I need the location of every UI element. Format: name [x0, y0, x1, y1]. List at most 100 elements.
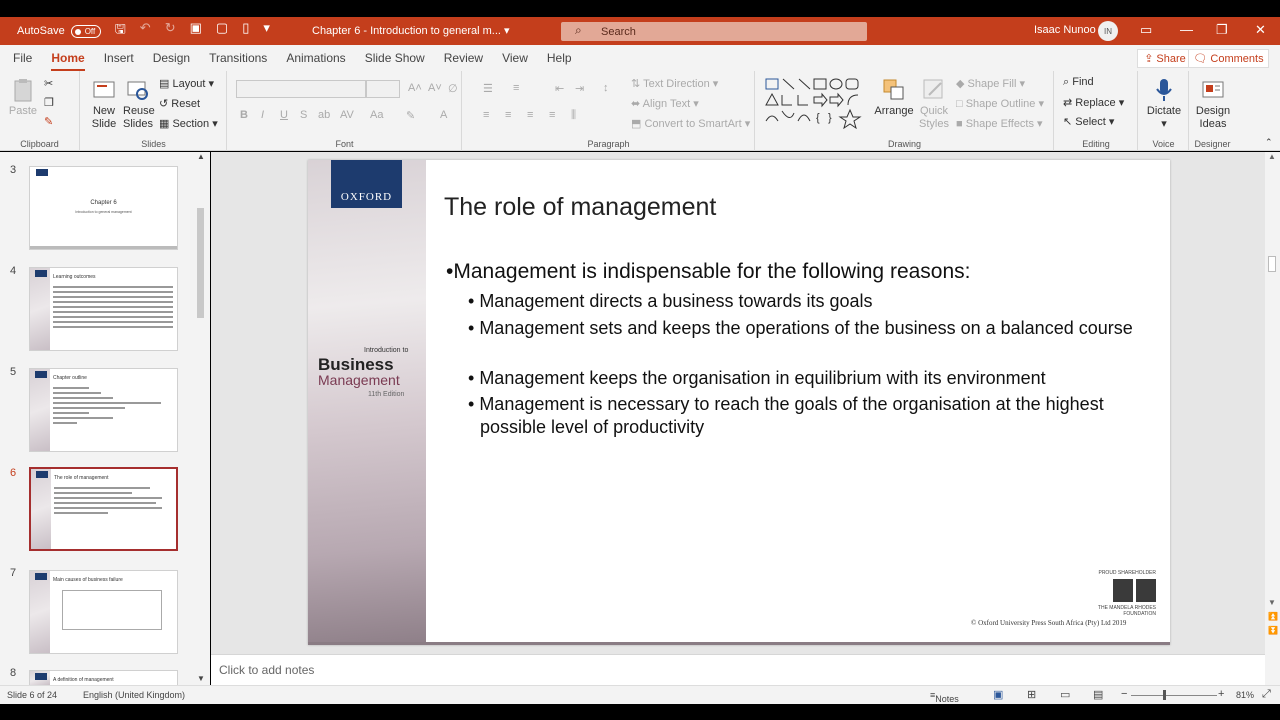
- restore-icon[interactable]: ❐: [1216, 22, 1228, 38]
- search-box[interactable]: ⌕ Search: [561, 22, 867, 41]
- strikethrough-icon[interactable]: S: [300, 109, 307, 121]
- fit-slide-icon[interactable]: ⤢: [1262, 688, 1271, 701]
- copy-icon[interactable]: ❐: [44, 96, 54, 109]
- zoom-in-icon[interactable]: +: [1218, 688, 1224, 700]
- layout-button[interactable]: ▤ Layout ▾: [159, 77, 214, 90]
- tab-animations[interactable]: Animations: [286, 45, 345, 71]
- italic-icon[interactable]: I: [261, 109, 264, 121]
- shape-fill-button[interactable]: ◆ Shape Fill ▾: [956, 77, 1025, 90]
- zoom-slider[interactable]: [1131, 695, 1217, 696]
- highlight-icon[interactable]: ✎: [406, 109, 415, 122]
- scrollbar-thumb[interactable]: [1268, 256, 1276, 272]
- tab-slide-show[interactable]: Slide Show: [365, 45, 425, 71]
- cut-icon[interactable]: ✂: [44, 77, 53, 90]
- columns-icon[interactable]: ⫼: [571, 109, 576, 122]
- reading-view-icon[interactable]: ▭: [1060, 688, 1070, 701]
- dictate-button[interactable]: Dictate ▾: [1145, 77, 1183, 131]
- arrange-button[interactable]: Arrange: [874, 77, 914, 118]
- tab-insert[interactable]: Insert: [104, 45, 134, 71]
- text-direction-button[interactable]: ⇅ Text Direction ▾: [631, 77, 718, 90]
- replace-button[interactable]: ⇄ Replace ▾: [1063, 96, 1124, 109]
- shape-outline-button[interactable]: □ Shape Outline ▾: [956, 97, 1044, 110]
- comments-button[interactable]: 🗨 Comments: [1188, 49, 1269, 68]
- sub-bullet[interactable]: • Management is necessary to reach the g…: [468, 393, 1148, 439]
- notes-button[interactable]: ≡ Notes: [930, 690, 959, 704]
- next-slide-icon[interactable]: ⏬: [1268, 626, 1278, 635]
- avatar[interactable]: IN: [1098, 21, 1118, 41]
- tab-help[interactable]: Help: [547, 45, 572, 71]
- paste-button[interactable]: Paste: [8, 77, 38, 118]
- font-size-dropdown[interactable]: [366, 80, 400, 98]
- font-family-dropdown[interactable]: [236, 80, 366, 98]
- select-button[interactable]: ↖ Select ▾: [1063, 115, 1114, 128]
- tab-review[interactable]: Review: [444, 45, 483, 71]
- bold-icon[interactable]: B: [240, 109, 248, 121]
- sub-bullet[interactable]: • Management directs a business towards …: [468, 290, 1148, 313]
- convert-smartart-button[interactable]: ⬒ Convert to SmartArt ▾: [631, 117, 750, 130]
- quick-styles-button[interactable]: Quick Styles: [916, 77, 952, 131]
- increase-font-icon[interactable]: A˄: [408, 82, 422, 94]
- shapes-gallery-icon[interactable]: {}: [764, 77, 864, 129]
- scroll-down-icon[interactable]: ▼: [197, 674, 205, 683]
- tab-file[interactable]: File: [13, 45, 32, 71]
- share-button[interactable]: ⇪ Share: [1137, 49, 1193, 68]
- line-spacing-icon[interactable]: ↕: [603, 82, 609, 94]
- design-ideas-button[interactable]: Design Ideas: [1192, 77, 1234, 131]
- start-from-beginning-icon[interactable]: ▢: [216, 20, 228, 42]
- sub-bullet[interactable]: • Management sets and keeps the operatio…: [468, 317, 1148, 340]
- scroll-up-icon[interactable]: ▲: [1268, 152, 1276, 161]
- save-icon[interactable]: 🖫: [115, 20, 126, 42]
- normal-view-icon[interactable]: ▣: [993, 688, 1003, 701]
- shape-effects-button[interactable]: ■ Shape Effects ▾: [956, 117, 1043, 130]
- numbering-icon[interactable]: ≡: [513, 82, 519, 94]
- slide-thumbnail[interactable]: Main causes of business failure: [29, 570, 178, 654]
- align-center-icon[interactable]: ≡: [505, 109, 511, 121]
- font-color-icon[interactable]: A: [440, 109, 447, 121]
- slide-sorter-icon[interactable]: ⊞: [1027, 688, 1036, 701]
- slide-thumbnail[interactable]: Learning outcomes: [29, 267, 178, 351]
- language-indicator[interactable]: English (United Kingdom): [83, 690, 185, 700]
- align-right-icon[interactable]: ≡: [527, 109, 533, 121]
- slide-thumbnail[interactable]: A definition of management: [29, 670, 178, 685]
- undo-icon[interactable]: ↶: [140, 20, 151, 42]
- scrollbar-thumb[interactable]: [197, 208, 204, 318]
- change-case-icon[interactable]: Aa: [370, 109, 383, 121]
- customize-qat-icon[interactable]: ▾: [263, 20, 270, 42]
- char-spacing-icon[interactable]: AV: [340, 109, 354, 121]
- shadow-icon[interactable]: ab: [318, 109, 330, 121]
- underline-icon[interactable]: U: [280, 109, 288, 121]
- current-slide[interactable]: OXFORD Introduction to Business Manageme…: [308, 160, 1170, 645]
- decrease-indent-icon[interactable]: ⇤: [555, 82, 564, 95]
- clear-formatting-icon[interactable]: ∅: [448, 82, 458, 95]
- increase-indent-icon[interactable]: ⇥: [575, 82, 584, 95]
- redo-icon[interactable]: ↻: [165, 20, 176, 42]
- document-title[interactable]: Chapter 6 - Introduction to general m...…: [312, 24, 510, 37]
- present-icon[interactable]: ▣: [190, 20, 202, 42]
- new-slide-button[interactable]: New Slide: [89, 77, 119, 131]
- previous-slide-icon[interactable]: ⏫: [1268, 612, 1278, 621]
- format-painter-icon[interactable]: ✎: [44, 115, 53, 128]
- slideshow-view-icon[interactable]: ▤: [1093, 688, 1103, 701]
- slide-scrollbar[interactable]: ▲ ▼ ⏫ ⏬: [1265, 152, 1280, 685]
- reuse-slides-button[interactable]: Reuse Slides: [123, 77, 155, 131]
- tab-design[interactable]: Design: [153, 45, 190, 71]
- tab-view[interactable]: View: [502, 45, 528, 71]
- scroll-down-icon[interactable]: ▼: [1268, 598, 1276, 607]
- thumbnail-scrollbar[interactable]: ▲ ▼: [195, 152, 207, 685]
- section-button[interactable]: ▦ Section ▾: [159, 117, 218, 130]
- bullet-main[interactable]: •Management is indispensable for the fol…: [446, 260, 1146, 283]
- bullets-icon[interactable]: ☰: [483, 82, 493, 95]
- zoom-level[interactable]: 81%: [1236, 690, 1254, 700]
- slide-title[interactable]: The role of management: [444, 193, 716, 222]
- zoom-out-icon[interactable]: −: [1121, 688, 1127, 700]
- notes-pane[interactable]: Click to add notes: [211, 654, 1265, 685]
- slide-thumbnail[interactable]: Chapter outline: [29, 368, 178, 452]
- decrease-font-icon[interactable]: A˅: [428, 82, 442, 94]
- align-left-icon[interactable]: ≡: [483, 109, 489, 121]
- reset-button[interactable]: ↺ Reset: [159, 97, 200, 110]
- tab-transitions[interactable]: Transitions: [209, 45, 267, 71]
- ribbon-display-icon[interactable]: ▭: [1140, 22, 1152, 38]
- user-name[interactable]: Isaac Nunoo: [1034, 24, 1096, 36]
- justify-icon[interactable]: ≡: [549, 109, 555, 121]
- new-file-icon[interactable]: ▯: [242, 20, 249, 42]
